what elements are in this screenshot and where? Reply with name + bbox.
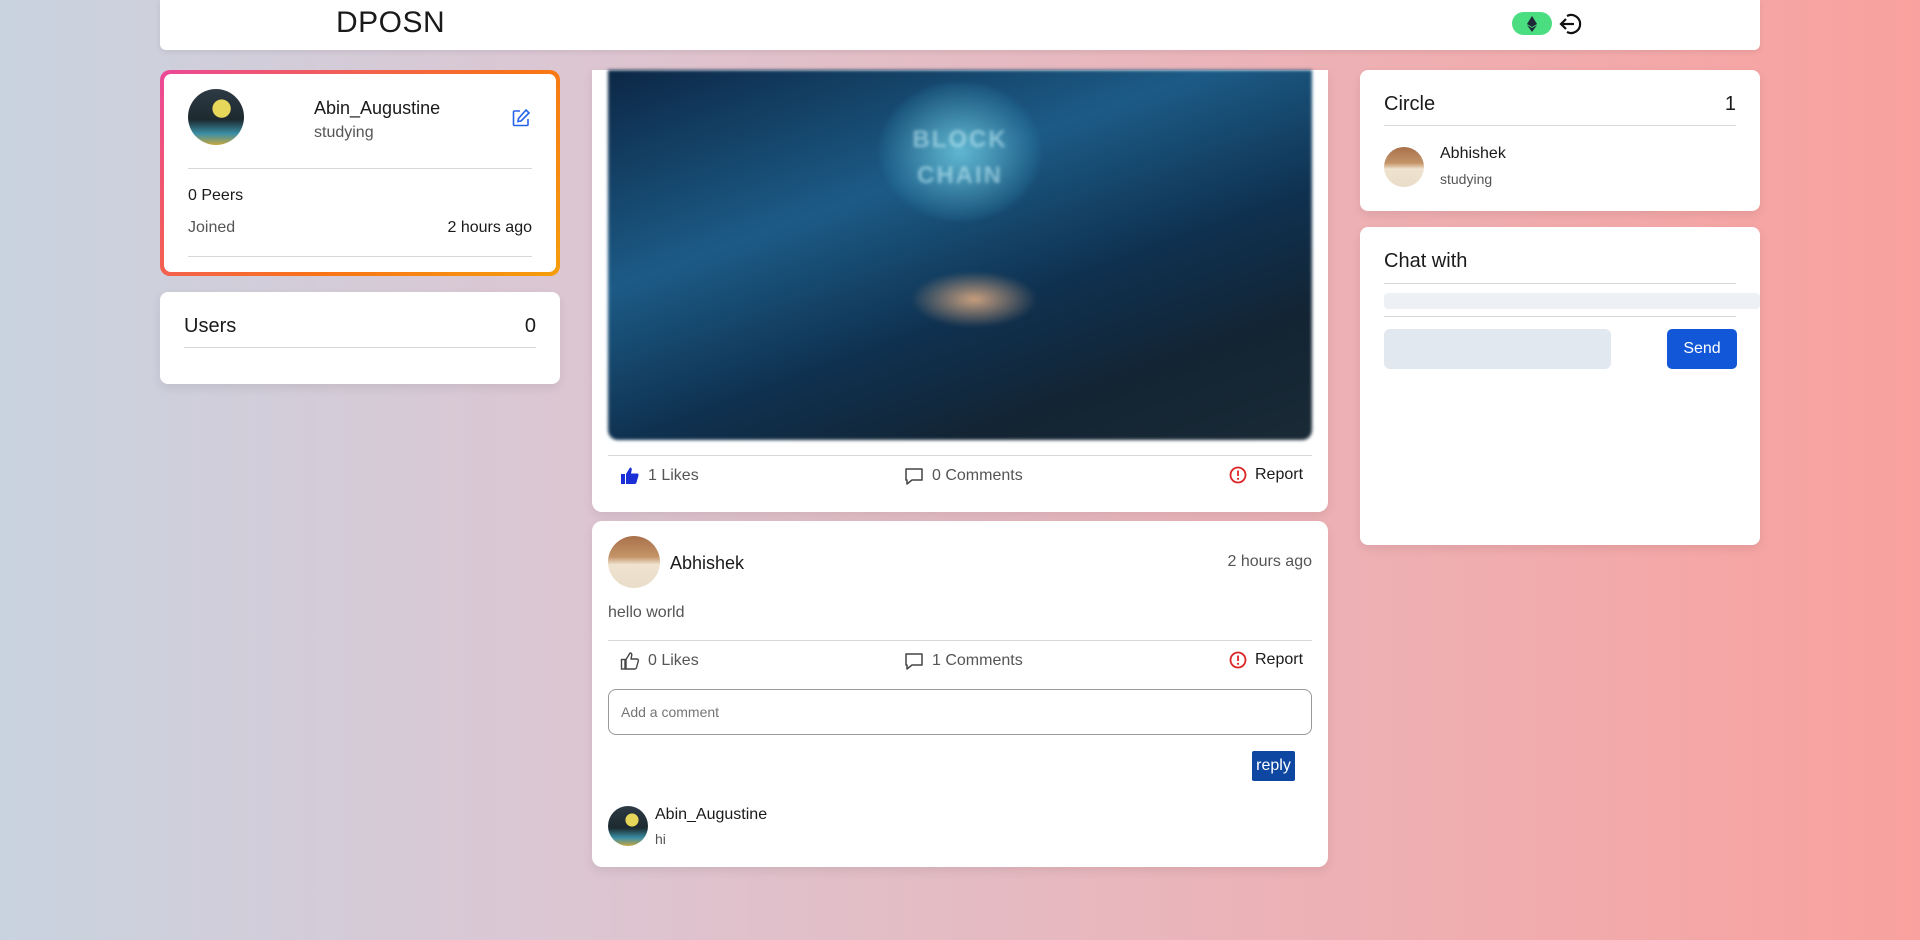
edit-profile-icon[interactable] bbox=[511, 108, 531, 128]
like-count: 1 Likes bbox=[648, 467, 699, 484]
post-card: Abhishek 2 hours ago hello world 0 Likes… bbox=[592, 521, 1328, 867]
chat-divider bbox=[1384, 316, 1736, 317]
report-button[interactable]: Report bbox=[1229, 466, 1303, 484]
post-timestamp: 2 hours ago bbox=[1227, 553, 1312, 570]
profile-divider bbox=[188, 256, 532, 257]
post-card: BLOCK CHAIN 1 Likes 0 Comments Report bbox=[592, 70, 1328, 512]
peers-count[interactable]: 0 Peers bbox=[188, 187, 243, 205]
profile-status: studying bbox=[314, 124, 374, 141]
circle-count: 1 bbox=[1724, 93, 1736, 115]
report-label: Report bbox=[1255, 651, 1304, 668]
like-button[interactable]: 0 Likes bbox=[620, 651, 699, 671]
like-button[interactable]: 1 Likes bbox=[620, 466, 699, 486]
comment-author-avatar[interactable] bbox=[608, 806, 648, 846]
post-author-name[interactable]: Abhishek bbox=[670, 553, 744, 574]
circle-member-name[interactable]: Abhishek bbox=[1440, 145, 1506, 163]
send-button[interactable]: Send bbox=[1667, 329, 1737, 369]
profile-card: Abin_Augustine studying 0 Peers Joined 2… bbox=[160, 70, 560, 276]
comment-icon bbox=[905, 653, 923, 670]
post-divider bbox=[608, 455, 1312, 456]
comment-count: 0 Comments bbox=[932, 467, 1023, 484]
wallet-badge[interactable] bbox=[1512, 12, 1552, 35]
logout-icon[interactable] bbox=[1558, 11, 1584, 37]
profile-avatar[interactable] bbox=[188, 89, 244, 145]
circle-member-status: studying bbox=[1440, 171, 1493, 187]
comment-text: hi bbox=[655, 831, 666, 847]
comment-input[interactable] bbox=[608, 689, 1312, 735]
ethereum-icon bbox=[1527, 15, 1537, 32]
post-body: hello world bbox=[608, 604, 685, 621]
report-label: Report bbox=[1255, 466, 1304, 483]
chat-message-area bbox=[1384, 293, 1760, 309]
circle-member-avatar[interactable] bbox=[1384, 147, 1424, 187]
alert-circle-icon bbox=[1229, 466, 1247, 484]
profile-name: Abin_Augustine bbox=[314, 98, 441, 118]
users-title: Users bbox=[184, 315, 237, 337]
joined-value: 2 hours ago bbox=[447, 219, 532, 236]
top-navbar: DPOSN bbox=[160, 0, 1760, 50]
post-image-caption: BLOCK CHAIN bbox=[912, 126, 1008, 189]
comment-author-name[interactable]: Abin_Augustine bbox=[655, 806, 767, 824]
profile-divider bbox=[188, 168, 532, 169]
post-image[interactable]: BLOCK CHAIN bbox=[608, 70, 1312, 440]
comments-button[interactable]: 1 Comments bbox=[904, 651, 1023, 671]
comment-count: 1 Comments bbox=[932, 652, 1023, 669]
reply-button[interactable]: reply bbox=[1252, 751, 1295, 781]
circle-title: Circle bbox=[1384, 93, 1436, 115]
chat-title: Chat with bbox=[1384, 250, 1468, 272]
comment-icon bbox=[905, 468, 923, 485]
users-divider bbox=[184, 347, 536, 348]
post-divider bbox=[608, 640, 1312, 641]
circle-divider bbox=[1384, 125, 1736, 126]
chat-divider bbox=[1384, 283, 1736, 284]
joined-label: Joined bbox=[188, 219, 236, 236]
thumbs-up-icon bbox=[620, 652, 640, 670]
report-button[interactable]: Report bbox=[1229, 651, 1303, 669]
comments-button[interactable]: 0 Comments bbox=[904, 466, 1023, 486]
brand-logo[interactable]: DPOSN bbox=[336, 6, 445, 40]
users-card: Users 0 bbox=[160, 292, 560, 384]
alert-circle-icon bbox=[1229, 651, 1247, 669]
circle-card: Circle 1 Abhishek studying bbox=[1360, 70, 1760, 211]
post-author-avatar[interactable] bbox=[608, 536, 660, 588]
chat-card: Chat with Send bbox=[1360, 227, 1760, 545]
chat-input[interactable] bbox=[1384, 329, 1611, 369]
like-count: 0 Likes bbox=[648, 652, 699, 669]
thumbs-up-filled-icon bbox=[621, 467, 639, 485]
users-count: 0 bbox=[524, 315, 536, 337]
